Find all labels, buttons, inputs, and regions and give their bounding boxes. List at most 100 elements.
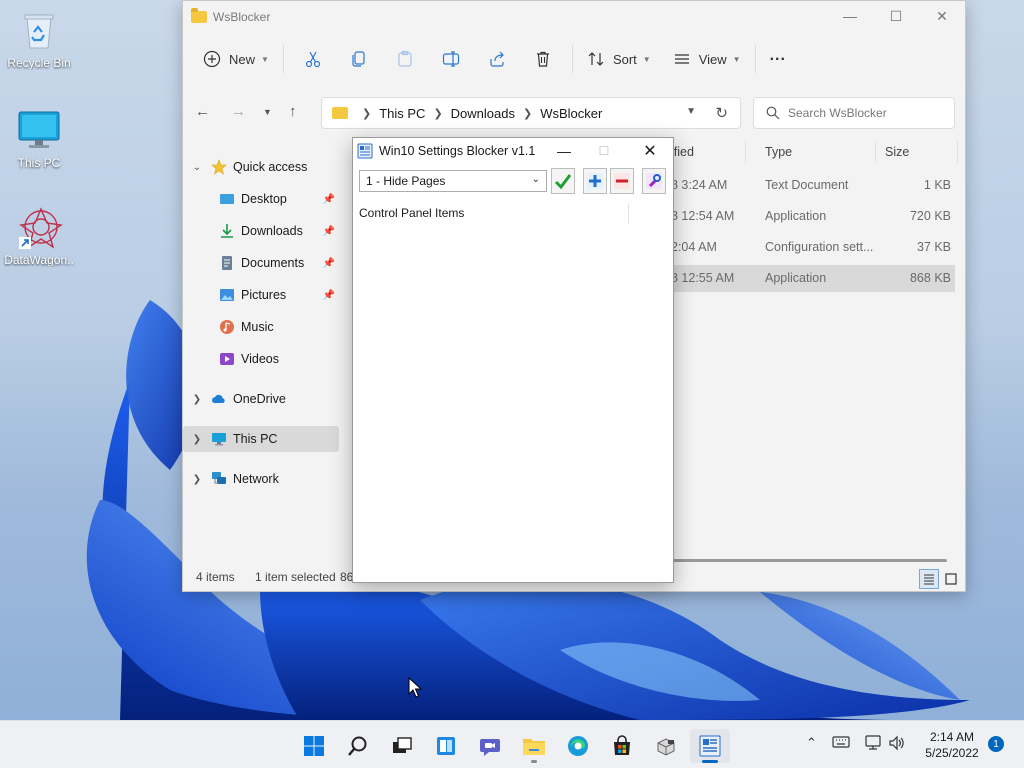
teams-chat-button[interactable]	[470, 729, 510, 763]
horizontal-scrollbar[interactable]	[673, 559, 947, 562]
list-column-header[interactable]: Control Panel Items	[359, 206, 464, 220]
back-arrow-icon[interactable]: ←	[195, 103, 210, 120]
file-size: 37 KB	[916, 240, 951, 254]
address-dropdown-icon[interactable]: ▼	[686, 106, 696, 117]
desktop-icon-label: Recycle Bin	[7, 56, 71, 70]
document-icon	[219, 255, 235, 271]
checkmark-icon	[554, 174, 572, 190]
refresh-icon[interactable]: ↻	[715, 104, 728, 122]
sidebar-item-downloads[interactable]: Downloads 📌	[183, 218, 339, 244]
sidebar-item-label: Music	[241, 320, 274, 334]
file-type: Text Document	[765, 178, 849, 192]
settings-blocker-window[interactable]: Win10 Settings Blocker v1.1 — ☐ ✕ 1 - Hi…	[352, 137, 674, 583]
view-button[interactable]: View ▼	[665, 43, 749, 75]
sidebar-item-pictures[interactable]: Pictures 📌	[183, 282, 339, 308]
breadcrumb-wsblocker[interactable]: WsBlocker	[540, 106, 602, 121]
blocker-title-bar[interactable]: Win10 Settings Blocker v1.1 — ☐ ✕	[353, 138, 673, 164]
apply-button[interactable]	[551, 168, 575, 194]
network-status-icon[interactable]	[864, 735, 882, 754]
control-panel-items-list[interactable]: Control Panel Items	[353, 204, 673, 584]
sidebar-item-music[interactable]: Music	[183, 314, 339, 340]
column-header-date-modified[interactable]: ified	[671, 145, 694, 159]
forward-arrow-icon[interactable]: →	[231, 103, 246, 120]
store-button[interactable]	[602, 729, 642, 763]
explorer-title-bar[interactable]: WsBlocker — ☐ ✕	[183, 1, 965, 33]
edge-browser-button[interactable]	[558, 729, 598, 763]
sort-icon	[588, 52, 604, 66]
notification-badge[interactable]: 1	[988, 736, 1004, 752]
add-button[interactable]	[583, 168, 607, 194]
maximize-button[interactable]: ☐	[873, 1, 919, 31]
app-taskbar-button[interactable]	[646, 729, 686, 763]
sidebar-item-onedrive[interactable]: ❯ OneDrive	[183, 386, 339, 412]
column-header-size[interactable]: Size	[885, 145, 909, 159]
tools-button[interactable]	[642, 168, 666, 194]
table-row[interactable]: 8 12:54 AM Application 720 KB	[671, 203, 955, 230]
sidebar-item-quick-access[interactable]: ⌄ Quick access	[183, 154, 339, 180]
chevron-right-icon[interactable]: ❯	[183, 474, 211, 485]
breadcrumb-downloads[interactable]: Downloads	[451, 106, 515, 121]
chevron-down-icon[interactable]: ⌄	[183, 162, 211, 173]
share-button[interactable]	[474, 43, 520, 75]
file-explorer-taskbar-button[interactable]	[514, 729, 554, 763]
star-icon	[211, 159, 227, 175]
system-clock[interactable]: 2:14 AM 5/25/2022	[920, 729, 984, 761]
table-row-selected[interactable]: 8 12:55 AM Application 868 KB	[671, 265, 955, 292]
sidebar-item-desktop[interactable]: Desktop 📌	[183, 186, 339, 212]
desktop-icon-recycle-bin[interactable]: Recycle Bin	[1, 8, 77, 70]
show-hidden-icons-chevron-icon[interactable]: ⌃	[806, 735, 817, 751]
file-type: Application	[765, 209, 827, 223]
copy-icon	[352, 51, 365, 67]
sidebar-item-this-pc[interactable]: ❯ This PC	[183, 426, 339, 452]
widgets-button[interactable]	[426, 729, 466, 763]
paste-button[interactable]	[382, 43, 428, 75]
search-box[interactable]: Search WsBlocker	[753, 97, 955, 129]
desktop-icon-this-pc[interactable]: This PC	[1, 108, 77, 170]
task-view-button[interactable]	[382, 729, 422, 763]
music-icon	[219, 319, 235, 335]
keyboard-icon[interactable]	[832, 735, 850, 752]
table-row[interactable]: 8 3:24 AM Text Document 1 KB	[671, 172, 955, 199]
clock-time: 2:14 AM	[929, 730, 975, 744]
folder-icon	[191, 8, 207, 23]
sidebar-item-videos[interactable]: Videos	[183, 346, 339, 372]
mode-dropdown[interactable]: 1 - Hide Pages ⌄	[359, 170, 547, 192]
chevron-right-icon[interactable]: ❯	[183, 394, 211, 405]
delete-button[interactable]	[520, 43, 566, 75]
sidebar-item-documents[interactable]: Documents 📌	[183, 250, 339, 276]
sort-button[interactable]: Sort ▼	[579, 43, 659, 75]
navigation-pane: ⌄ Quick access Desktop 📌 Downloads 📌 Doc…	[183, 133, 341, 563]
chevron-right-icon[interactable]: ❯	[183, 434, 211, 445]
minimize-button[interactable]: —	[827, 1, 873, 31]
item-count: 4 items	[196, 570, 235, 584]
sidebar-item-network[interactable]: ❯ Network	[183, 466, 339, 492]
pin-icon[interactable]: 📌	[323, 290, 335, 301]
table-row[interactable]: 2:04 AM Configuration sett... 37 KB	[671, 234, 955, 261]
settings-blocker-taskbar-button[interactable]	[690, 729, 730, 763]
new-button[interactable]: New ▼	[195, 43, 277, 75]
start-button[interactable]	[294, 729, 334, 763]
address-bar[interactable]: ❯ This PC ❯ Downloads ❯ WsBlocker ▼ ↻	[321, 97, 741, 129]
close-button[interactable]: ✕	[635, 138, 665, 164]
recent-locations-chevron-icon[interactable]: ▼	[263, 107, 272, 117]
pin-icon[interactable]: 📌	[323, 226, 335, 237]
copy-button[interactable]	[336, 43, 382, 75]
pin-icon[interactable]: 📌	[323, 194, 335, 205]
sidebar-item-label: Desktop	[241, 192, 287, 206]
search-taskbar-button[interactable]	[338, 729, 378, 763]
breadcrumb-this-pc[interactable]: This PC	[379, 106, 425, 121]
desktop-icon-datawagon[interactable]: DataWagon..	[1, 205, 77, 267]
remove-button[interactable]	[610, 168, 634, 194]
pin-icon[interactable]: 📌	[323, 258, 335, 269]
cut-button[interactable]	[290, 43, 336, 75]
more-options-button[interactable]: ...	[762, 43, 794, 75]
chevron-right-icon: ❯	[523, 107, 533, 120]
maximize-button[interactable]: ☐	[589, 138, 619, 164]
rename-button[interactable]	[428, 43, 474, 75]
close-button[interactable]: ✕	[919, 1, 965, 31]
up-arrow-icon[interactable]: ↑	[289, 103, 297, 120]
chevron-right-icon: ❯	[362, 107, 372, 120]
minimize-button[interactable]: —	[549, 138, 579, 164]
column-header-type[interactable]: Type	[765, 145, 792, 159]
volume-icon[interactable]	[888, 735, 906, 754]
